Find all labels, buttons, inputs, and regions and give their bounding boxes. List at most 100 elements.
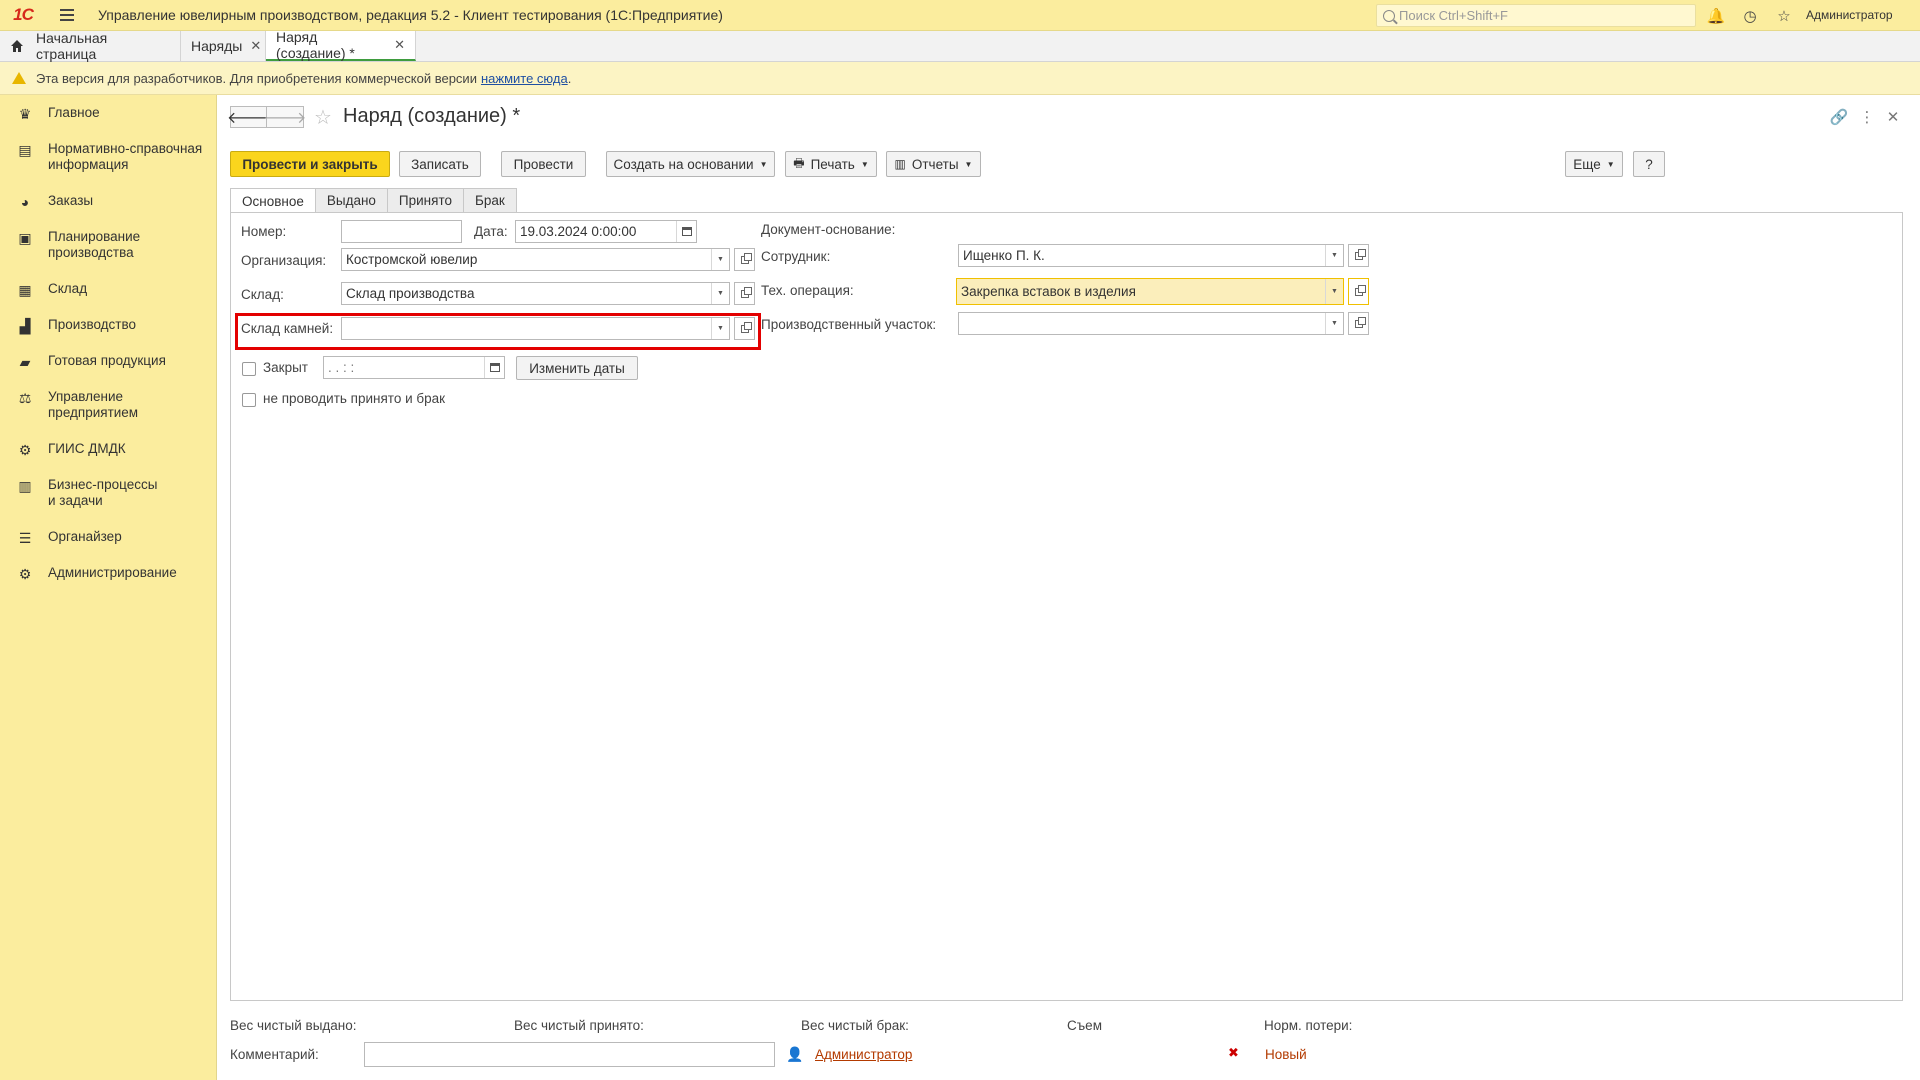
form-tabs: Основное Выдано Принято Брак (230, 188, 517, 213)
sidebar-item-label: Бизнес-процессы и задачи (48, 477, 158, 508)
nav-buttons: 🡐 🡒 (227, 106, 306, 128)
sidebar-item-administration[interactable]: ⚙ Администрирование (0, 565, 217, 583)
1c-logo-icon[interactable]: 1C (6, 0, 40, 31)
favorites-star-icon[interactable]: ☆ (1774, 6, 1794, 26)
tab-main[interactable]: Основное (230, 188, 316, 213)
sidebar-item-planning[interactable]: ▣ Планирование производства (0, 229, 217, 261)
production-area-field[interactable]: ▼ (958, 312, 1344, 335)
sidebar-item-label: Нормативно-справочная информация (48, 141, 203, 172)
number-label: Номер: (241, 224, 287, 239)
more-button[interactable]: Еще ▼ (1565, 151, 1623, 177)
sidebar-item-label: Органайзер (48, 529, 122, 544)
open-stone-warehouse-icon[interactable] (734, 317, 755, 340)
norm-loss-label: Норм. потери: (1264, 1018, 1353, 1033)
sidebar-item-main[interactable]: ♛ Главное (0, 105, 217, 123)
close-icon[interactable]: ✕ (250, 38, 261, 54)
grid-icon: ▦ (18, 282, 32, 298)
tab-home[interactable]: Начальная страница (0, 30, 181, 62)
close-icon[interactable]: ✕ (394, 37, 405, 53)
tab-issued[interactable]: Выдано (314, 188, 388, 212)
link-icon[interactable]: 🔗 (1829, 107, 1849, 127)
tasks-icon: ▥ (18, 478, 32, 494)
chevron-down-icon[interactable]: ▼ (711, 283, 729, 304)
chevron-down-icon[interactable]: ▼ (1325, 245, 1343, 266)
banner-tail: . (567, 70, 572, 86)
sidebar-item-reference[interactable]: ▤ Нормативно-справочная информация (0, 141, 217, 173)
calendar-icon[interactable] (484, 357, 504, 378)
organization-field[interactable]: Костромской ювелир ▼ (341, 248, 730, 271)
more-vertical-icon[interactable]: ⋮ (1857, 107, 1877, 127)
employee-label: Сотрудник: (761, 249, 831, 264)
form-panel: Номер: Дата: 19.03.2024 0:00:00 Организа… (230, 212, 1903, 1001)
open-warehouse-icon[interactable] (734, 282, 755, 305)
closed-date-field[interactable]: . . : : (323, 356, 505, 379)
tab-received[interactable]: Принято (386, 188, 464, 212)
sidebar-item-finished-goods[interactable]: ▰ Готовая продукция (0, 353, 217, 371)
printer-icon: 🖶 (793, 155, 805, 170)
post-button[interactable]: Провести (501, 151, 586, 177)
sidebar-item-production[interactable]: ▟ Производство (0, 317, 217, 335)
search-icon (1383, 9, 1395, 22)
sidebar-item-label: Производство (48, 317, 137, 332)
post-and-close-button[interactable]: Провести и закрыть (230, 151, 390, 177)
tab-naryad-create[interactable]: Наряд (создание) * ✕ (266, 29, 416, 61)
comment-field[interactable] (364, 1042, 775, 1067)
chevron-down-icon[interactable]: ▼ (711, 318, 729, 339)
date-field[interactable]: 19.03.2024 0:00:00 (515, 220, 697, 243)
warning-icon (12, 72, 26, 84)
sidebar-item-warehouse[interactable]: ▦ Склад (0, 281, 217, 299)
close-icon[interactable]: ✕ (1883, 107, 1903, 127)
banner-link[interactable]: нажмите сюда (481, 71, 568, 86)
tech-operation-value: Закрепка вставок в изделия (961, 284, 1136, 299)
open-tech-operation-icon[interactable] (1348, 278, 1369, 305)
closed-checkbox[interactable] (242, 362, 256, 376)
open-organization-icon[interactable] (734, 248, 755, 271)
number-field[interactable] (341, 220, 462, 243)
favorite-star-icon[interactable]: ☆ (314, 105, 332, 130)
no-post-checkbox[interactable] (242, 393, 256, 407)
history-icon[interactable]: ◷ (1740, 6, 1760, 26)
help-button[interactable]: ? (1633, 151, 1665, 177)
global-search-input[interactable]: Поиск Ctrl+Shift+F (1376, 4, 1696, 27)
stone-warehouse-field[interactable]: ▼ (341, 317, 730, 340)
closed-date-value: . . : : (328, 360, 355, 375)
organization-value: Костромской ювелир (346, 252, 478, 267)
employee-field[interactable]: Ищенко П. К. ▼ (958, 244, 1344, 267)
basis-document-label: Документ-основание: (761, 222, 896, 237)
print-button[interactable]: 🖶 Печать ▼ (785, 151, 877, 177)
chevron-down-icon[interactable]: ▼ (711, 249, 729, 270)
back-arrow-icon[interactable]: 🡐 (227, 106, 270, 128)
save-button[interactable]: Записать (399, 151, 481, 177)
forward-arrow-icon[interactable]: 🡒 (264, 106, 306, 128)
sidebar-item-orders[interactable]: ◕ Заказы (0, 193, 217, 210)
document-status-icon: ✖ (1228, 1045, 1239, 1060)
reports-button[interactable]: ▥ Отчеты ▼ (886, 151, 981, 177)
chevron-down-icon[interactable]: ▼ (1325, 313, 1343, 334)
sidebar-item-organizer[interactable]: ☰ Органайзер (0, 529, 217, 547)
author-link[interactable]: Администратор (815, 1047, 912, 1062)
change-dates-button[interactable]: Изменить даты (516, 356, 638, 380)
sidebar-item-enterprise[interactable]: ⚖ Управление предприятием (0, 389, 217, 421)
open-production-area-icon[interactable] (1348, 312, 1369, 335)
tech-operation-field[interactable]: Закрепка вставок в изделия ▼ (956, 278, 1344, 305)
bag-icon: ▰ (19, 354, 31, 370)
tab-naryady[interactable]: Наряды ✕ (181, 31, 266, 61)
warehouse-field[interactable]: Склад производства ▼ (341, 282, 730, 305)
tab-defect[interactable]: Брак (462, 188, 517, 212)
sidebar-item-business-processes[interactable]: ▥ Бизнес-процессы и задачи (0, 477, 217, 509)
sidebar-item-label: Заказы (48, 193, 94, 208)
sections-panel: ♛ Главное ▤ Нормативно-справочная информ… (0, 95, 217, 1080)
sidebar-item-label: Администрирование (48, 565, 177, 580)
stone-warehouse-label: Склад камней: (241, 321, 334, 336)
calendar-icon[interactable] (676, 221, 696, 242)
sidebar-item-label: Склад (48, 281, 88, 296)
tech-operation-label: Тех. операция: (761, 283, 854, 298)
create-based-on-button[interactable]: Создать на основании ▼ (606, 151, 775, 177)
chevron-down-icon[interactable]: ▼ (1325, 279, 1343, 304)
open-employee-icon[interactable] (1348, 244, 1369, 267)
sidebar-item-giis[interactable]: ⚙ ГИИС ДМДК (0, 441, 217, 459)
factory-icon: ▟ (19, 318, 31, 334)
main-menu-icon[interactable] (54, 0, 80, 31)
current-user[interactable]: Администратор (1806, 8, 1893, 22)
bell-icon[interactable]: 🔔 (1706, 6, 1726, 26)
